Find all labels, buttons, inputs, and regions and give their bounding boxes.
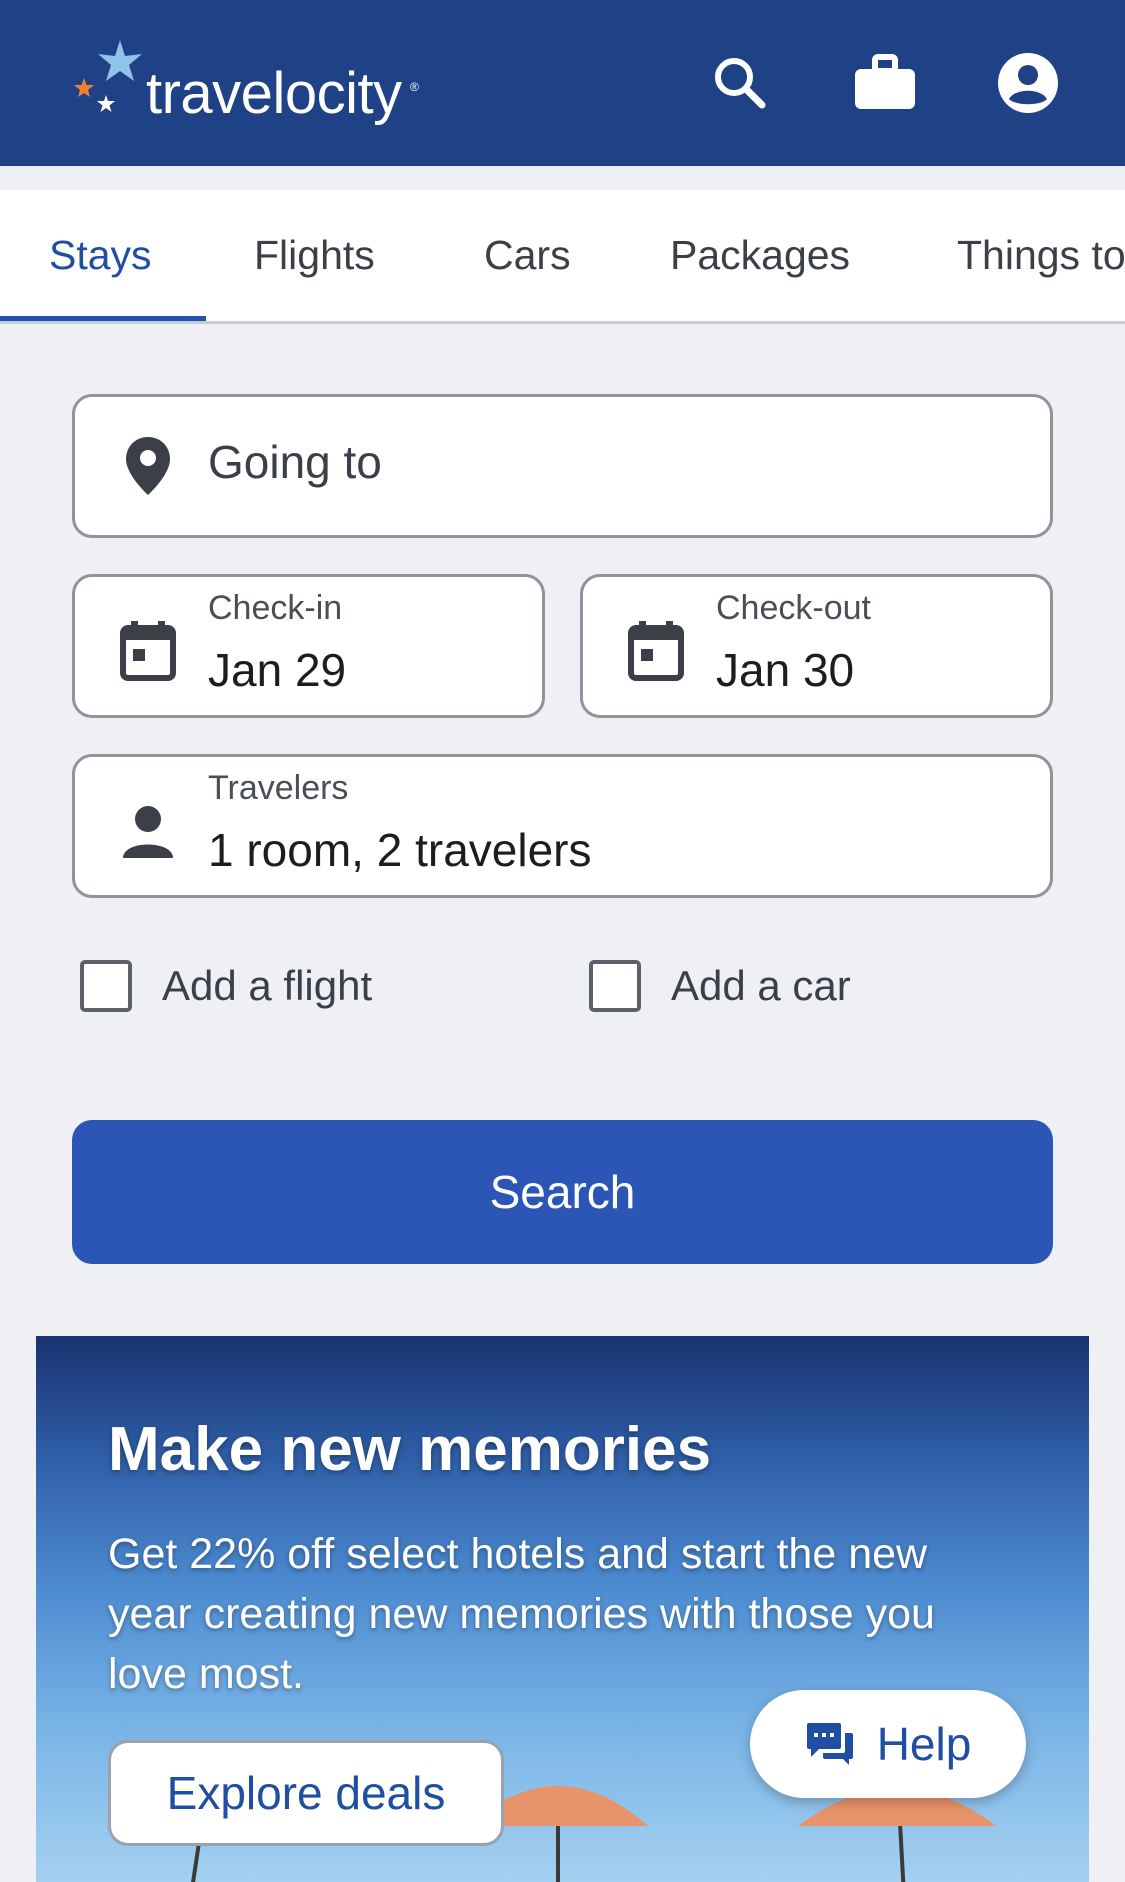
destination-placeholder: Going to (208, 436, 382, 488)
add-flight-option[interactable]: Add a flight (80, 956, 372, 1016)
tab-cars[interactable]: Cars (484, 232, 571, 279)
registered-mark: ® (410, 80, 419, 94)
destination-field[interactable]: Going to (72, 394, 1053, 538)
tab-things-to-do[interactable]: Things to do (957, 232, 1125, 279)
add-car-label: Add a car (671, 962, 851, 1009)
travelers-value: 1 room, 2 travelers (208, 824, 592, 876)
travelers-field[interactable]: Travelers 1 room, 2 travelers (72, 754, 1053, 898)
promo-title: Make new memories (108, 1415, 712, 1484)
checkin-label: Check-in (208, 589, 343, 627)
promo-banner: Make new memories Get 22% off select hot… (36, 1336, 1089, 1882)
app-header: travelocity ® (0, 0, 1125, 166)
chat-icon (806, 1723, 853, 1765)
search-icon[interactable] (705, 48, 775, 118)
search-button[interactable]: Search (72, 1120, 1053, 1264)
help-button[interactable]: Help (750, 1690, 1026, 1798)
help-label: Help (876, 1718, 972, 1770)
tab-packages[interactable]: Packages (670, 232, 850, 279)
add-car-option[interactable]: Add a car (589, 956, 851, 1016)
brand-name: travelocity (146, 61, 402, 126)
explore-deals-button[interactable]: Explore deals (108, 1740, 504, 1846)
checkout-value: Jan 30 (716, 644, 855, 696)
calendar-icon (621, 615, 691, 685)
tab-flights[interactable]: Flights (254, 232, 375, 279)
page: travelocity ® Stays Flights Cars Package… (0, 0, 1125, 1882)
travelers-label: Travelers (208, 769, 349, 807)
active-tab-indicator (0, 316, 206, 321)
account-icon[interactable] (993, 48, 1063, 118)
calendar-icon (113, 615, 183, 685)
checkout-label: Check-out (716, 589, 871, 627)
checkin-field[interactable]: Check-in Jan 29 (72, 574, 545, 718)
map-pin-icon (113, 431, 183, 501)
checkout-field[interactable]: Check-out Jan 30 (580, 574, 1053, 718)
brand-logo[interactable]: travelocity ® (70, 38, 430, 128)
tab-stays[interactable]: Stays (49, 232, 152, 279)
checkin-value: Jan 29 (208, 644, 347, 696)
add-car-checkbox[interactable] (589, 960, 641, 1012)
logo-stars-icon (74, 40, 142, 112)
briefcase-icon[interactable] (850, 48, 920, 118)
add-flight-checkbox[interactable] (80, 960, 132, 1012)
product-tabs: Stays Flights Cars Packages Things to do (0, 190, 1125, 324)
add-flight-label: Add a flight (162, 962, 373, 1009)
promo-body: Get 22% off select hotels and start the … (108, 1530, 935, 1698)
person-icon (113, 797, 183, 867)
